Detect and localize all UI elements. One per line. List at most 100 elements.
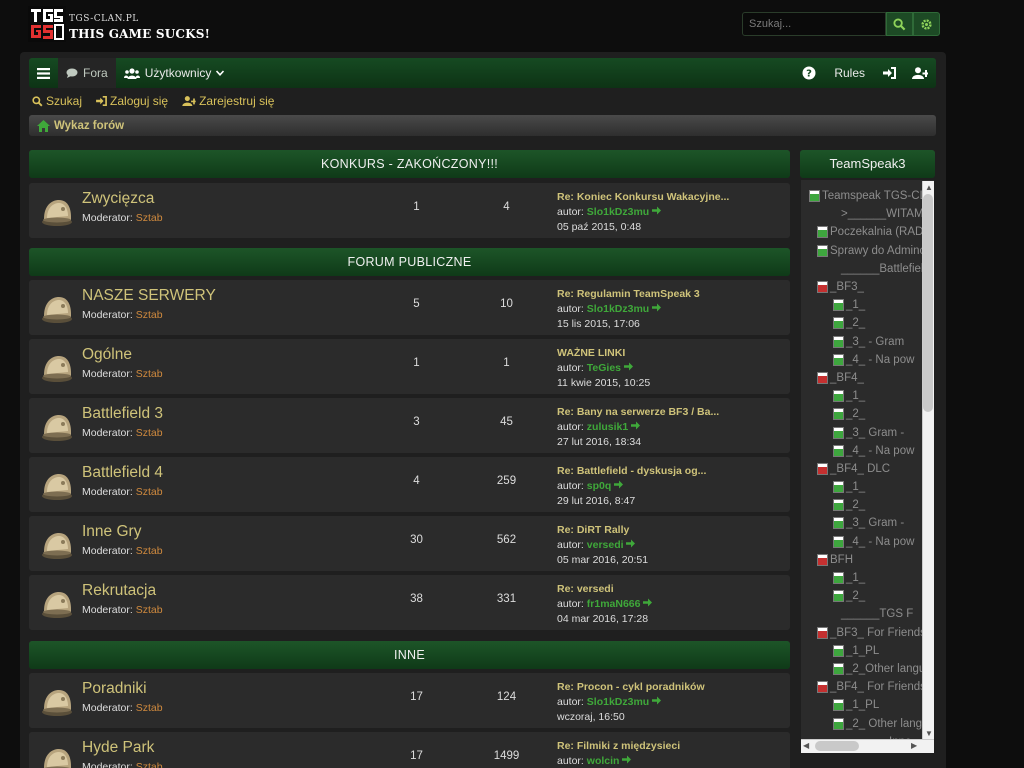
teamspeak-channel[interactable]: _1_ [809, 569, 922, 587]
last-post-title[interactable]: Re: Regulamin TeamSpeak 3 [557, 287, 782, 302]
arrow-right-icon[interactable] [631, 421, 641, 430]
forum-name[interactable]: Poradniki [82, 680, 147, 698]
teamspeak-channel[interactable]: _2_ [809, 405, 922, 423]
faq-button[interactable]: ? [794, 58, 824, 88]
teamspeak-channel[interactable]: ______TGS F [809, 605, 922, 623]
arrow-right-icon[interactable] [623, 362, 633, 371]
teamspeak-channel[interactable]: _2_ [809, 496, 922, 514]
last-post-author-link[interactable]: TeGies [587, 362, 621, 374]
last-post-title[interactable]: Re: Filmiki z międzysieci [557, 739, 782, 754]
teamspeak-channel[interactable]: _3_ Gram - [809, 423, 922, 441]
moderator-link[interactable]: Sztab [136, 761, 163, 768]
search-icon [32, 95, 43, 106]
teamspeak-channel[interactable]: _4_ - Na pow [809, 533, 922, 551]
scroll-left-arrow-icon[interactable]: ◀ [803, 741, 809, 750]
teamspeak-channel[interactable]: >______WITAMY [809, 205, 922, 223]
nav-forums[interactable]: Fora [58, 58, 116, 88]
forum-name[interactable]: Zwycięzca [82, 190, 154, 208]
teamspeak-channel[interactable]: Sprawy do Adminów [809, 242, 922, 260]
advanced-search-button[interactable] [913, 12, 940, 36]
forum-name[interactable]: Ogólne [82, 346, 132, 364]
search-link[interactable]: Szukaj [32, 93, 82, 109]
arrow-right-icon[interactable] [652, 303, 662, 312]
teamspeak-channel[interactable]: _4_ - Na pow [809, 351, 922, 369]
teamspeak-channel[interactable]: _2_Other languages [809, 660, 922, 678]
scroll-right-arrow-icon[interactable]: ▶ [911, 741, 917, 750]
scroll-down-arrow-icon[interactable]: ▼ [925, 729, 933, 738]
teamspeak-channel[interactable]: _BF3_ [809, 278, 922, 296]
last-post-title[interactable]: Re: versedi [557, 582, 782, 597]
teamspeak-channel[interactable]: Poczekalnia (RADIO) [809, 223, 922, 241]
moderator-link[interactable]: Sztab [136, 545, 163, 557]
teamspeak-channel[interactable]: BFH [809, 551, 922, 569]
moderator-link[interactable]: Sztab [136, 702, 163, 714]
teamspeak-channel[interactable]: _2_ [809, 314, 922, 332]
register-link[interactable]: Zarejestruj się [182, 93, 274, 109]
teamspeak-channel[interactable]: ______Battlefield [809, 260, 922, 278]
last-post-title[interactable]: Re: Battlefield - dyskusja og... [557, 464, 782, 479]
teamspeak-channel-label: _4_ - Na pow [846, 444, 915, 457]
last-post-title[interactable]: Re: Koniec Konkursu Wakacyjne... [557, 190, 782, 205]
arrow-right-icon[interactable] [622, 755, 632, 764]
search-button[interactable] [886, 12, 913, 36]
teamspeak-channel[interactable]: _2_ Other languages [809, 714, 922, 732]
last-post-title[interactable]: WAŻNE LINKI [557, 346, 782, 361]
breadcrumb[interactable]: Wykaz forów [29, 115, 936, 136]
teamspeak-channel[interactable]: _1_PL [809, 696, 922, 714]
last-post-author-link[interactable]: Slo1kDz3mu [587, 206, 649, 218]
arrow-right-icon[interactable] [643, 598, 653, 607]
teamspeak-channel[interactable]: _3_ Gram - [809, 514, 922, 532]
teamspeak-horizontal-scroll-thumb[interactable] [815, 741, 859, 751]
site-logo[interactable]: TGS-CLAN.PL THIS GAME SUCKS! [28, 4, 210, 44]
rules-link[interactable]: Rules [824, 58, 875, 88]
login-icon-button[interactable] [875, 58, 904, 88]
teamspeak-channel[interactable]: Teamspeak TGS-CLAN [809, 187, 922, 205]
arrow-right-icon[interactable] [614, 480, 624, 489]
last-post-author-link[interactable]: versedi [587, 539, 624, 551]
forum-name[interactable]: Inne Gry [82, 523, 141, 541]
forum-name[interactable]: Hyde Park [82, 739, 154, 757]
last-post-date: 27 lut 2016, 18:34 [557, 436, 642, 448]
moderator-link[interactable]: Sztab [136, 368, 163, 380]
teamspeak-vertical-scroll-thumb[interactable] [923, 194, 933, 412]
teamspeak-channel[interactable]: _BF4_ [809, 369, 922, 387]
last-post-author-link[interactable]: zulusik1 [587, 421, 628, 433]
search-input[interactable] [742, 12, 886, 36]
menu-toggle-button[interactable] [29, 58, 58, 88]
teamspeak-channel[interactable]: _1_ [809, 387, 922, 405]
last-post-title[interactable]: Re: Bany na serwerze BF3 / Ba... [557, 405, 782, 420]
forum-name[interactable]: Battlefield 4 [82, 464, 163, 482]
arrow-right-icon[interactable] [626, 539, 636, 548]
scroll-up-arrow-icon[interactable]: ▲ [925, 183, 933, 192]
nav-users[interactable]: Użytkownicy [116, 58, 233, 88]
user-plus-icon [912, 67, 928, 79]
teamspeak-channel[interactable]: _BF4_ For Friends [809, 678, 922, 696]
arrow-right-icon[interactable] [652, 206, 662, 215]
teamspeak-channel[interactable]: _1_ [809, 296, 922, 314]
last-post-title[interactable]: Re: Procon - cykl poradników [557, 680, 782, 695]
teamspeak-channel[interactable]: _1_ [809, 478, 922, 496]
last-post-author-link[interactable]: Slo1kDz3mu [587, 303, 649, 315]
last-post-author-link[interactable]: fr1maN666 [587, 598, 641, 610]
moderator-link[interactable]: Sztab [136, 309, 163, 321]
register-icon-button[interactable] [904, 58, 936, 88]
teamspeak-channel[interactable]: _4_ - Na pow [809, 442, 922, 460]
login-link[interactable]: Zaloguj się [96, 93, 168, 109]
moderator-link[interactable]: Sztab [136, 486, 163, 498]
teamspeak-channel[interactable]: _2_ [809, 587, 922, 605]
teamspeak-channel[interactable]: _1_PL [809, 642, 922, 660]
arrow-right-icon[interactable] [652, 696, 662, 705]
forum-name[interactable]: Rekrutacja [82, 582, 156, 600]
last-post-title[interactable]: Re: DiRT Rally [557, 523, 782, 538]
teamspeak-channel[interactable]: _BF4_ DLC [809, 460, 922, 478]
teamspeak-channel[interactable]: _BF3_ For Friends [809, 624, 922, 642]
forum-name[interactable]: Battlefield 3 [82, 405, 163, 423]
teamspeak-channel[interactable]: _3_ - Gram [809, 333, 922, 351]
last-post-author-link[interactable]: sp0q [587, 480, 612, 492]
moderator-link[interactable]: Sztab [136, 212, 163, 224]
last-post-author-link[interactable]: wolcin [587, 755, 620, 767]
moderator-link[interactable]: Sztab [136, 427, 163, 439]
forum-name[interactable]: NASZE SERWERY [82, 287, 216, 305]
last-post-author-link[interactable]: Slo1kDz3mu [587, 696, 649, 708]
moderator-link[interactable]: Sztab [136, 604, 163, 616]
